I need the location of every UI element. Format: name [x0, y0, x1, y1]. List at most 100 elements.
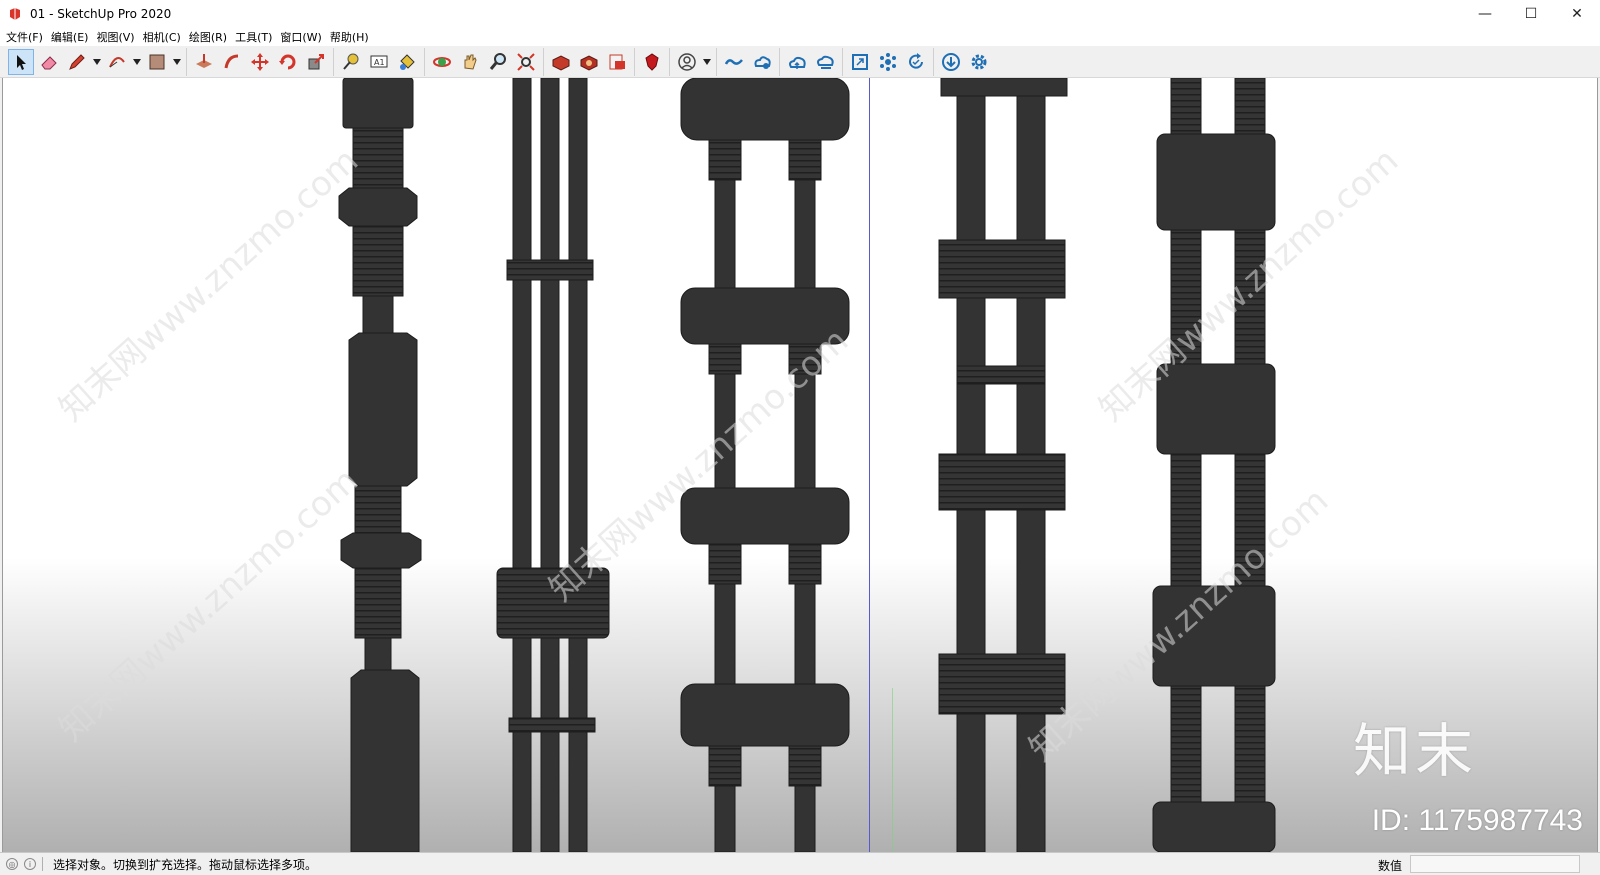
toolbar-group-trimble — [716, 47, 779, 76]
rectangle-tool-button[interactable] — [144, 49, 170, 75]
refresh-icon — [909, 52, 923, 69]
layout-icon — [609, 54, 625, 69]
status-separator — [42, 857, 43, 871]
pencil-line-icon — [69, 53, 85, 70]
tape-measure-icon — [343, 53, 359, 70]
scale-icon — [308, 53, 324, 69]
maximize-view-button[interactable] — [847, 49, 873, 75]
download-icon — [942, 52, 960, 71]
zoom-extents-tool-button[interactable] — [513, 49, 539, 75]
geo-location-icon[interactable]: ◎ — [6, 858, 18, 870]
refresh-button[interactable] — [903, 49, 929, 75]
zoom-tool-button[interactable] — [485, 49, 511, 75]
menu-view[interactable]: 视图(V) — [94, 29, 140, 45]
menu-window[interactable]: 窗口(W) — [278, 29, 327, 45]
arc-icon — [109, 56, 125, 67]
ruby-console-button[interactable] — [639, 49, 665, 75]
toolbar-group-draw — [4, 48, 186, 76]
pan-icon — [464, 54, 477, 70]
move-tool-button[interactable] — [247, 49, 273, 75]
cloud-sync-button[interactable] — [812, 49, 838, 75]
menu-edit[interactable]: 编辑(E) — [49, 29, 95, 45]
line-tool-dropdown[interactable] — [91, 49, 103, 75]
status-message: 选择对象。切换到扩充选择。拖动鼠标选择多项。 — [53, 857, 318, 872]
blue-axis-line — [869, 78, 870, 852]
eraser-icon — [41, 55, 57, 69]
window-controls: — ☐ ✕ — [1462, 0, 1600, 28]
cloud-sync-icon — [817, 55, 834, 69]
3d-warehouse-button[interactable] — [548, 49, 574, 75]
arc-tool-button[interactable] — [104, 49, 130, 75]
menu-file[interactable]: 文件(F) — [4, 29, 49, 45]
zoom-icon — [489, 52, 506, 70]
green-axis-line — [892, 688, 893, 852]
maximize-view-icon — [852, 53, 868, 70]
window-title: 01 - SketchUp Pro 2020 — [30, 7, 172, 21]
title-bar: 01 - SketchUp Pro 2020 — ☐ ✕ — [0, 0, 1600, 28]
component-icon — [880, 52, 896, 71]
measurements-input[interactable] — [1410, 855, 1580, 873]
menu-tools[interactable]: 工具(T) — [233, 29, 278, 45]
text-tool-button[interactable]: A1 — [366, 49, 392, 75]
line-tool-button[interactable] — [64, 49, 90, 75]
arc-tool-dropdown[interactable] — [131, 49, 143, 75]
extension-warehouse-button[interactable] — [576, 49, 602, 75]
layout-button[interactable] — [604, 49, 630, 75]
measurements-label: 数值 — [1378, 859, 1403, 873]
menu-camera[interactable]: 相机(C) — [141, 29, 187, 45]
chevron-down-icon — [173, 58, 181, 65]
chevron-down-icon — [93, 58, 101, 65]
follow-me-icon — [224, 54, 239, 68]
trimble-share-button[interactable] — [749, 49, 775, 75]
toolbar-group-ruby — [634, 47, 669, 76]
rotate-tool-button[interactable] — [275, 49, 301, 75]
toolbar-group-account — [669, 47, 716, 76]
toolbar-group-cloud — [779, 47, 842, 76]
account-button[interactable] — [674, 49, 700, 75]
menu-draw[interactable]: 绘图(R) — [187, 29, 233, 45]
download-button[interactable] — [938, 49, 964, 75]
push-pull-icon — [196, 53, 212, 68]
select-tool-button[interactable] — [8, 48, 34, 75]
model-viewport[interactable]: 知末网www.znzmo.com 知末网www.znzmo.com 知末网www… — [2, 78, 1598, 852]
tape-measure-tool-button[interactable] — [338, 49, 364, 75]
settings-button[interactable] — [966, 49, 992, 75]
chevron-down-icon — [133, 58, 141, 65]
scale-tool-button[interactable] — [303, 49, 329, 75]
toolbar-group-camera — [424, 47, 543, 76]
paint-bucket-tool-button[interactable] — [394, 49, 420, 75]
paint-bucket-icon — [400, 53, 415, 70]
select-icon — [17, 54, 26, 70]
info-icon[interactable]: i — [24, 858, 36, 870]
status-bar: ◎ i 选择对象。切换到扩充选择。拖动鼠标选择多项。 数值 — [0, 852, 1600, 875]
ruby-icon — [645, 52, 659, 71]
account-dropdown[interactable] — [701, 49, 713, 75]
text-icon: A1 — [370, 55, 388, 67]
extension-warehouse-icon — [580, 54, 598, 71]
orbit-tool-button[interactable] — [429, 49, 455, 75]
menu-help[interactable]: 帮助(H) — [328, 29, 375, 45]
sketchup-logo-icon — [10, 8, 20, 20]
cloud-upload-button[interactable] — [784, 49, 810, 75]
rectangle-icon — [149, 54, 165, 69]
watermark-logo: 知末 — [1352, 717, 1477, 785]
toolbar-group-construction: A1 — [333, 47, 424, 76]
close-button[interactable]: ✕ — [1554, 0, 1600, 28]
svg-text:A1: A1 — [374, 58, 385, 67]
minimize-button[interactable]: — — [1462, 0, 1508, 28]
menu-bar: 文件(F) 编辑(E) 视图(V) 相机(C) 绘图(R) 工具(T) 窗口(W… — [0, 28, 1600, 46]
maximize-button[interactable]: ☐ — [1508, 0, 1554, 28]
account-icon — [678, 52, 696, 71]
pan-tool-button[interactable] — [457, 49, 483, 75]
cloud-upload-icon — [789, 56, 806, 69]
toolbar-group-settings — [933, 47, 996, 76]
eraser-tool-button[interactable] — [36, 49, 62, 75]
follow-me-tool-button[interactable] — [219, 49, 245, 75]
component-button[interactable] — [875, 49, 901, 75]
trimble-connect-button[interactable] — [721, 49, 747, 75]
push-pull-tool-button[interactable] — [191, 49, 217, 75]
trimble-connect-icon — [724, 58, 743, 65]
rectangle-tool-dropdown[interactable] — [171, 49, 183, 75]
toolbar-group-modify — [186, 47, 333, 76]
watermark-id: ID: 1175987743 — [1371, 804, 1583, 837]
